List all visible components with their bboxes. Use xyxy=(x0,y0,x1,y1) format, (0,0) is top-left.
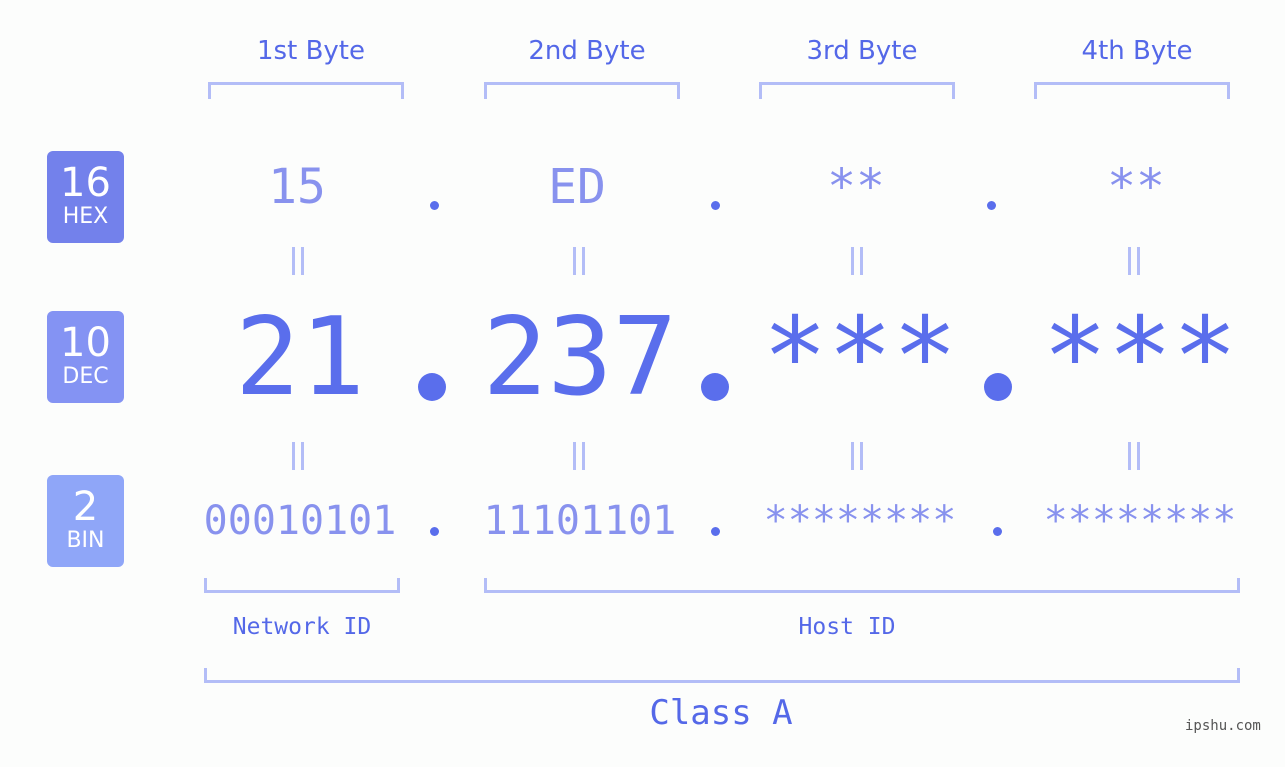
bin-byte-1: 00010101 xyxy=(203,498,397,544)
dec-byte-3: *** xyxy=(762,295,958,420)
bin-separator-dot xyxy=(993,527,1002,536)
hex-separator-dot xyxy=(430,201,439,210)
byte-bracket-2 xyxy=(484,82,680,99)
equals-icon xyxy=(573,442,587,470)
equals-icon xyxy=(851,247,865,275)
dec-byte-4: *** xyxy=(1042,295,1238,420)
byte-header-4: 4th Byte xyxy=(1081,36,1193,66)
bin-byte-2: 11101101 xyxy=(483,498,677,544)
equals-icon xyxy=(851,442,865,470)
bin-base-number: 2 xyxy=(72,484,99,530)
dec-separator-dot xyxy=(984,373,1012,401)
class-label: Class A xyxy=(649,693,793,733)
hex-separator-dot xyxy=(987,201,996,210)
dec-base-label: DEC xyxy=(62,364,109,389)
hex-badge: 16 HEX xyxy=(47,151,124,243)
network-id-label: Network ID xyxy=(232,614,372,640)
bin-badge: 2 BIN xyxy=(47,475,124,567)
hex-base-label: HEX xyxy=(62,204,109,229)
byte-bracket-1 xyxy=(208,82,404,99)
hex-base-number: 16 xyxy=(60,160,111,206)
hex-separator-dot xyxy=(711,201,720,210)
class-bracket xyxy=(204,668,1240,683)
dec-separator-dot xyxy=(701,373,729,401)
dec-byte-2: 237 xyxy=(482,295,678,420)
byte-bracket-3 xyxy=(759,82,955,99)
bin-separator-dot xyxy=(430,527,439,536)
equals-icon xyxy=(1128,442,1142,470)
watermark: ipshu.com xyxy=(1185,718,1261,734)
equals-icon xyxy=(573,247,587,275)
dec-separator-dot xyxy=(418,373,446,401)
hex-byte-3: ** xyxy=(827,159,885,215)
byte-header-3: 3rd Byte xyxy=(806,36,918,66)
bin-separator-dot xyxy=(711,527,720,536)
hex-byte-4: ** xyxy=(1107,159,1165,215)
host-id-label: Host ID xyxy=(798,614,896,640)
byte-header-1: 1st Byte xyxy=(257,36,365,66)
dec-base-number: 10 xyxy=(60,320,111,366)
bin-byte-3: ******** xyxy=(763,498,957,544)
byte-bracket-4 xyxy=(1034,82,1230,99)
host-id-bracket xyxy=(484,578,1240,593)
equals-icon xyxy=(292,442,306,470)
dec-badge: 10 DEC xyxy=(47,311,124,403)
hex-byte-1: 15 xyxy=(268,159,326,215)
dec-byte-1: 21 xyxy=(234,295,366,420)
equals-icon xyxy=(1128,247,1142,275)
hex-byte-2: ED xyxy=(548,159,606,215)
bin-base-label: BIN xyxy=(66,528,105,553)
equals-icon xyxy=(292,247,306,275)
network-id-bracket xyxy=(204,578,400,593)
byte-header-2: 2nd Byte xyxy=(528,36,646,66)
bin-byte-4: ******** xyxy=(1043,498,1237,544)
